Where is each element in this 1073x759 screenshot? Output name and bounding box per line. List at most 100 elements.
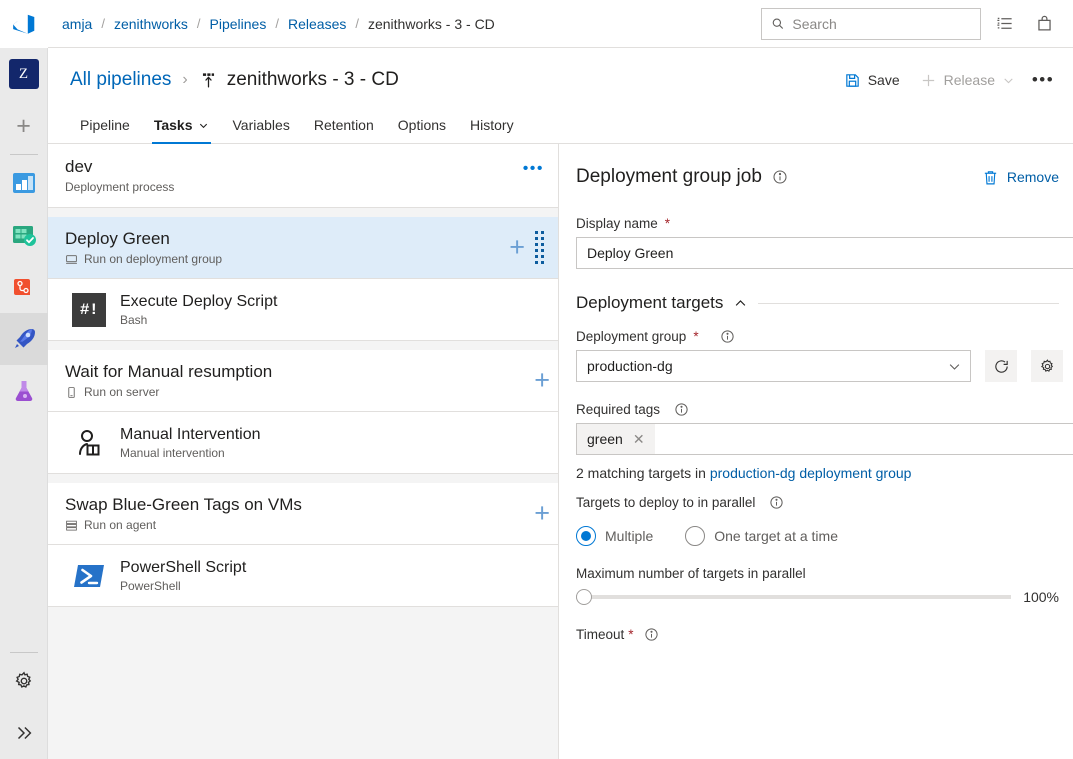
azure-devops-logo[interactable] <box>0 0 48 48</box>
refresh-deployment-groups-button[interactable] <box>985 350 1017 382</box>
slider-thumb[interactable] <box>576 589 592 605</box>
breadcrumb-item-pipelines[interactable]: Pipelines <box>210 16 267 32</box>
tab-retention[interactable]: Retention <box>304 117 384 143</box>
boards-icon <box>12 226 36 246</box>
phase-subtitle-row: Run on deployment group <box>65 252 222 266</box>
task-subtitle: Manual intervention <box>120 446 225 461</box>
sidebar-item-repos[interactable] <box>0 261 48 313</box>
task-group: Swap Blue-Green Tags on VMs Run on agent… <box>48 483 558 608</box>
add-task-button[interactable]: + <box>534 500 550 527</box>
phase-row-wait-for-manual-resumption[interactable]: Wait for Manual resumption Run on server… <box>48 350 558 413</box>
save-button[interactable]: Save <box>836 64 908 96</box>
sidebar-item-pipelines[interactable] <box>0 313 48 365</box>
tasks-split-view: dev Deployment process ••• Deploy Green <box>48 144 1073 759</box>
marketplace-button[interactable] <box>1027 7 1061 41</box>
details-info-icon[interactable] <box>772 169 788 185</box>
deployment-group-info-icon[interactable] <box>720 329 735 344</box>
timeout-info-icon[interactable] <box>644 627 659 642</box>
phase-name: Wait for Manual resumption <box>65 362 273 382</box>
sidebar-item-boards[interactable] <box>0 209 48 261</box>
info-icon <box>770 496 783 509</box>
tab-tasks[interactable]: Tasks <box>144 117 219 144</box>
remove-tag-button[interactable]: ✕ <box>633 432 645 446</box>
sidebar-item-overview[interactable] <box>0 157 48 209</box>
task-group: Wait for Manual resumption Run on server… <box>48 350 558 475</box>
release-button[interactable]: Release <box>912 64 1023 96</box>
phase-row-swap-blue-green-tags[interactable]: Swap Blue-Green Tags on VMs Run on agent… <box>48 483 558 546</box>
task-row-manual-intervention[interactable]: Manual Intervention Manual intervention <box>48 412 558 475</box>
manual-intervention-icon-glyph <box>79 429 100 456</box>
work-items-button[interactable] <box>987 7 1021 41</box>
details-header: Deployment group job Remove <box>576 166 1073 188</box>
tab-history[interactable]: History <box>460 117 524 143</box>
phase-actions: + <box>534 500 550 527</box>
tag-label: green <box>587 431 623 447</box>
tab-bar: Pipeline Tasks Variables Retention Optio… <box>48 104 1073 144</box>
all-pipelines-link[interactable]: All pipelines <box>70 69 171 91</box>
tab-label: Variables <box>232 117 290 133</box>
add-task-button[interactable]: + <box>509 234 525 261</box>
expand-rail-button[interactable] <box>0 707 48 759</box>
add-button[interactable]: + <box>0 100 48 152</box>
parallel-targets-info-icon[interactable] <box>769 495 784 510</box>
required-asterisk: * <box>664 216 671 231</box>
radio-one-target-at-a-time[interactable]: One target at a time <box>685 526 838 546</box>
tab-options[interactable]: Options <box>388 117 456 143</box>
pipeline-header-actions: Save Release ••• <box>836 64 1059 96</box>
deployment-process-row[interactable]: dev Deployment process ••• <box>48 144 558 209</box>
task-subtitle: PowerShell <box>120 579 181 594</box>
breadcrumb: amja / zenithworks / Pipelines / Release… <box>62 16 495 32</box>
rail-divider <box>9 154 38 155</box>
details-title: Deployment group job <box>576 166 762 187</box>
task-subtitle: Bash <box>120 313 148 328</box>
phase-row-deploy-green[interactable]: Deploy Green Run on deployment group + <box>48 217 558 280</box>
remove-job-button[interactable]: Remove <box>982 169 1059 186</box>
task-name: Execute Deploy Script <box>120 293 278 311</box>
phase-actions: + <box>509 231 550 265</box>
deployment-group-label-text: Deployment group <box>576 329 687 344</box>
global-nav-rail: Z + <box>0 0 48 759</box>
search-box[interactable] <box>761 7 981 40</box>
page-title: zenithworks - 3 - CD <box>226 69 399 90</box>
required-tags-input[interactable]: green ✕ <box>576 423 1073 455</box>
add-task-button[interactable]: + <box>534 367 550 394</box>
task-row-powershell-script[interactable]: PowerShell Script PowerShell <box>48 545 558 608</box>
deployment-group-link[interactable]: production-dg deployment group <box>710 465 912 481</box>
search-input[interactable] <box>792 15 971 32</box>
tab-label: Options <box>397 117 447 133</box>
deployment-group-select[interactable]: production-dg <box>576 350 971 382</box>
more-actions-button[interactable]: ••• <box>1027 64 1059 96</box>
pipelines-rocket-icon <box>14 329 35 348</box>
breadcrumb-item-project[interactable]: zenithworks <box>114 16 188 32</box>
project-settings-button[interactable] <box>0 655 48 707</box>
powershell-icon-glyph <box>74 564 104 587</box>
tab-pipeline[interactable]: Pipeline <box>70 117 140 143</box>
azure-devops-logo-icon <box>12 14 34 34</box>
breadcrumb-item-current: zenithworks - 3 - CD <box>367 15 495 32</box>
sidebar-item-test-plans[interactable] <box>0 365 48 417</box>
search-icon <box>772 18 784 29</box>
process-texts: dev Deployment process <box>65 156 174 194</box>
task-name: PowerShell Script <box>120 559 247 577</box>
max-parallel-slider[interactable] <box>576 589 1012 605</box>
task-name: Manual Intervention <box>120 426 261 444</box>
process-more-button[interactable]: ••• <box>523 156 544 178</box>
required-tags-info-icon[interactable] <box>674 402 689 417</box>
radio-multiple[interactable]: Multiple <box>576 526 653 546</box>
max-parallel-label: Maximum number of targets in parallel <box>576 566 806 581</box>
repos-icon <box>13 279 30 295</box>
gear-icon <box>15 671 31 688</box>
manage-deployment-group-button[interactable] <box>1031 350 1063 382</box>
project-avatar[interactable]: Z <box>0 48 48 100</box>
deployment-targets-section-header[interactable]: Deployment targets <box>576 293 1073 313</box>
display-name-input[interactable]: Deploy Green <box>576 237 1073 269</box>
pipeline-title-group: zenithworks - 3 - CD <box>199 69 399 91</box>
breadcrumb-item-releases[interactable]: Releases <box>288 16 346 32</box>
tab-variables[interactable]: Variables <box>223 117 300 143</box>
drag-handle[interactable] <box>535 231 544 265</box>
remove-label: Remove <box>1006 169 1059 185</box>
breadcrumb-item-organization[interactable]: amja <box>62 16 92 32</box>
rail-divider-bottom <box>9 652 38 653</box>
task-row-execute-deploy-script[interactable]: #! Execute Deploy Script Bash <box>48 279 558 342</box>
chevron-double-right-icon <box>17 726 31 740</box>
